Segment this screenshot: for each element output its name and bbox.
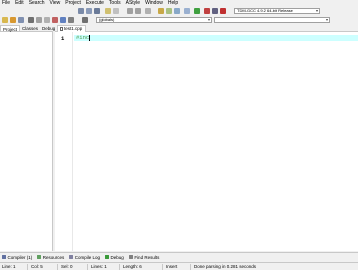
new-file-icon[interactable]	[2, 17, 8, 23]
settings-icon[interactable]	[220, 8, 226, 14]
editor-tab-bar: test1.cpp	[55, 25, 358, 32]
save-icon[interactable]	[18, 17, 24, 23]
status-separator	[87, 264, 88, 270]
tab-resources[interactable]: Resources	[37, 255, 64, 260]
compiler-select[interactable]: TDM-GCC 4.9.2 64-bit Release ▾	[234, 8, 320, 14]
open-project-icon[interactable]	[10, 17, 16, 23]
file-icon	[60, 26, 63, 31]
menu-bar: File Edit Search View Project Execute To…	[0, 0, 358, 7]
class-select[interactable]: (globals) ▾	[96, 17, 212, 23]
forward-icon[interactable]	[135, 8, 141, 14]
status-separator	[162, 264, 163, 270]
status-separator	[190, 264, 191, 270]
print-icon[interactable]	[44, 17, 50, 23]
menu-tools[interactable]: Tools	[109, 0, 121, 7]
rebuild-icon[interactable]	[174, 8, 180, 14]
grid-icon[interactable]	[158, 8, 164, 14]
bottom-panel-tabs: Compiler (1) Resources Compile Log Debug…	[0, 252, 358, 261]
code-editor[interactable]: 1 #inc	[55, 32, 358, 251]
line-number: 1	[61, 35, 65, 42]
chevron-down-icon: ▾	[207, 17, 210, 22]
menu-edit[interactable]: Edit	[15, 0, 24, 7]
undo-icon[interactable]	[52, 17, 58, 23]
status-separator	[27, 264, 28, 270]
secondary-toolbar: (globals) ▾ ▾	[0, 16, 358, 25]
status-lines: Lines: 1	[91, 264, 107, 269]
status-length: Length: 6	[123, 264, 142, 269]
debug-icon[interactable]	[194, 8, 200, 14]
menu-astyle[interactable]: AStyle	[126, 0, 140, 7]
save-all-icon[interactable]	[28, 17, 34, 23]
function-select[interactable]: ▾	[214, 17, 330, 23]
compile-run-icon[interactable]	[166, 8, 172, 14]
status-message: Done parsing in 0.281 seconds	[194, 264, 257, 269]
status-separator	[119, 264, 120, 270]
status-col: Col: 5	[31, 264, 43, 269]
tab-classes[interactable]: Classes	[20, 25, 40, 31]
tab-debug-output[interactable]: Debug	[105, 255, 124, 260]
menu-help[interactable]: Help	[168, 0, 178, 7]
status-separator	[57, 264, 58, 270]
back-icon[interactable]	[127, 8, 133, 14]
code-line[interactable]: #inc	[76, 35, 90, 41]
status-bar: Line: 1 Col: 5 Sel: 0 Lines: 1 Length: 6…	[0, 262, 358, 270]
build-icon[interactable]	[145, 8, 151, 14]
project-browser: Project Classes Debug	[0, 25, 55, 251]
status-sel: Sel: 0	[61, 264, 73, 269]
redo-icon[interactable]	[60, 17, 66, 23]
indent-icon[interactable]	[78, 8, 84, 14]
main-toolbar: TDM-GCC 4.9.2 64-bit Release ▾	[0, 7, 358, 16]
debug-icon	[105, 255, 110, 259]
stop-icon[interactable]	[204, 8, 210, 14]
menu-execute[interactable]: Execute	[86, 0, 104, 7]
find-icon[interactable]	[68, 17, 74, 23]
compiler-icon	[2, 255, 6, 259]
compile-icon[interactable]	[105, 8, 111, 14]
toggle-comment-icon[interactable]	[94, 8, 100, 14]
status-line: Line: 1	[2, 264, 16, 269]
menu-view[interactable]: View	[50, 0, 61, 7]
close-icon[interactable]	[36, 17, 42, 23]
compile-log-icon	[69, 255, 74, 259]
find-results-icon	[128, 255, 133, 259]
tab-test1-cpp[interactable]: test1.cpp	[57, 25, 87, 32]
run-icon[interactable]	[113, 8, 119, 14]
check-icon[interactable]	[184, 8, 190, 14]
tab-compile-log[interactable]: Compile Log	[69, 255, 100, 260]
editor-tab-label: test1.cpp	[64, 26, 83, 31]
tab-compiler[interactable]: Compiler (1)	[2, 255, 32, 260]
chevron-down-icon: ▾	[325, 17, 328, 22]
menu-file[interactable]: File	[2, 0, 10, 7]
tab-find-results[interactable]: Find Results	[128, 255, 159, 260]
text-caret	[89, 35, 90, 41]
code-text: #inc	[76, 34, 90, 41]
project-browser-tabs: Project Classes Debug	[0, 25, 55, 32]
line-number-gutter: 1	[55, 32, 73, 251]
menu-project[interactable]: Project	[65, 0, 81, 7]
resources-icon	[37, 255, 42, 259]
profile-icon[interactable]	[212, 8, 218, 14]
menu-window[interactable]: Window	[145, 0, 163, 7]
menu-search[interactable]: Search	[29, 0, 45, 7]
status-mode: Insert	[166, 264, 178, 269]
chevron-down-icon: ▾	[315, 8, 318, 13]
goto-icon[interactable]	[82, 17, 88, 23]
tab-project[interactable]: Project	[0, 25, 21, 32]
unindent-icon[interactable]	[86, 8, 92, 14]
current-line-highlight	[74, 35, 358, 41]
